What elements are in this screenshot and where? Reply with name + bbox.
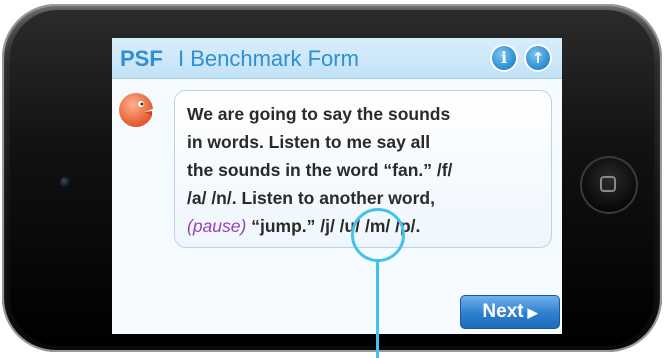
camera-icon bbox=[60, 177, 70, 187]
page-title: I Benchmark Form bbox=[178, 46, 359, 71]
play-triangle-icon: ▶ bbox=[527, 305, 538, 320]
form-abbreviation: PSF bbox=[120, 46, 163, 71]
info-icon: i bbox=[500, 48, 508, 67]
app-screen: PSF I Benchmark Form i ↑ We are going to… bbox=[112, 38, 562, 334]
home-square-icon bbox=[600, 176, 616, 192]
home-button[interactable] bbox=[580, 156, 638, 214]
info-button[interactable]: i bbox=[492, 46, 516, 70]
title-bar: PSF I Benchmark Form i ↑ bbox=[112, 38, 562, 79]
callout-line bbox=[376, 262, 379, 358]
speaker-head-icon bbox=[119, 93, 156, 127]
callout-circle bbox=[351, 208, 405, 262]
next-button-label: Next bbox=[482, 301, 524, 322]
instruction-line: /a/ /n/. Listen to another word, bbox=[187, 188, 435, 208]
up-button[interactable]: ↑ bbox=[526, 46, 550, 70]
instruction-line: the sounds in the word “fan.” /f/ bbox=[187, 160, 453, 180]
next-button[interactable]: Next ▶ bbox=[460, 295, 560, 329]
up-arrow-icon: ↑ bbox=[531, 49, 545, 67]
pause-cue: (pause) bbox=[187, 216, 247, 236]
instruction-line: We are going to say the sounds bbox=[187, 104, 451, 124]
ipod-device: PSF I Benchmark Form i ↑ We are going to… bbox=[2, 4, 662, 352]
instruction-line: in words. Listen to me say all bbox=[187, 132, 431, 152]
